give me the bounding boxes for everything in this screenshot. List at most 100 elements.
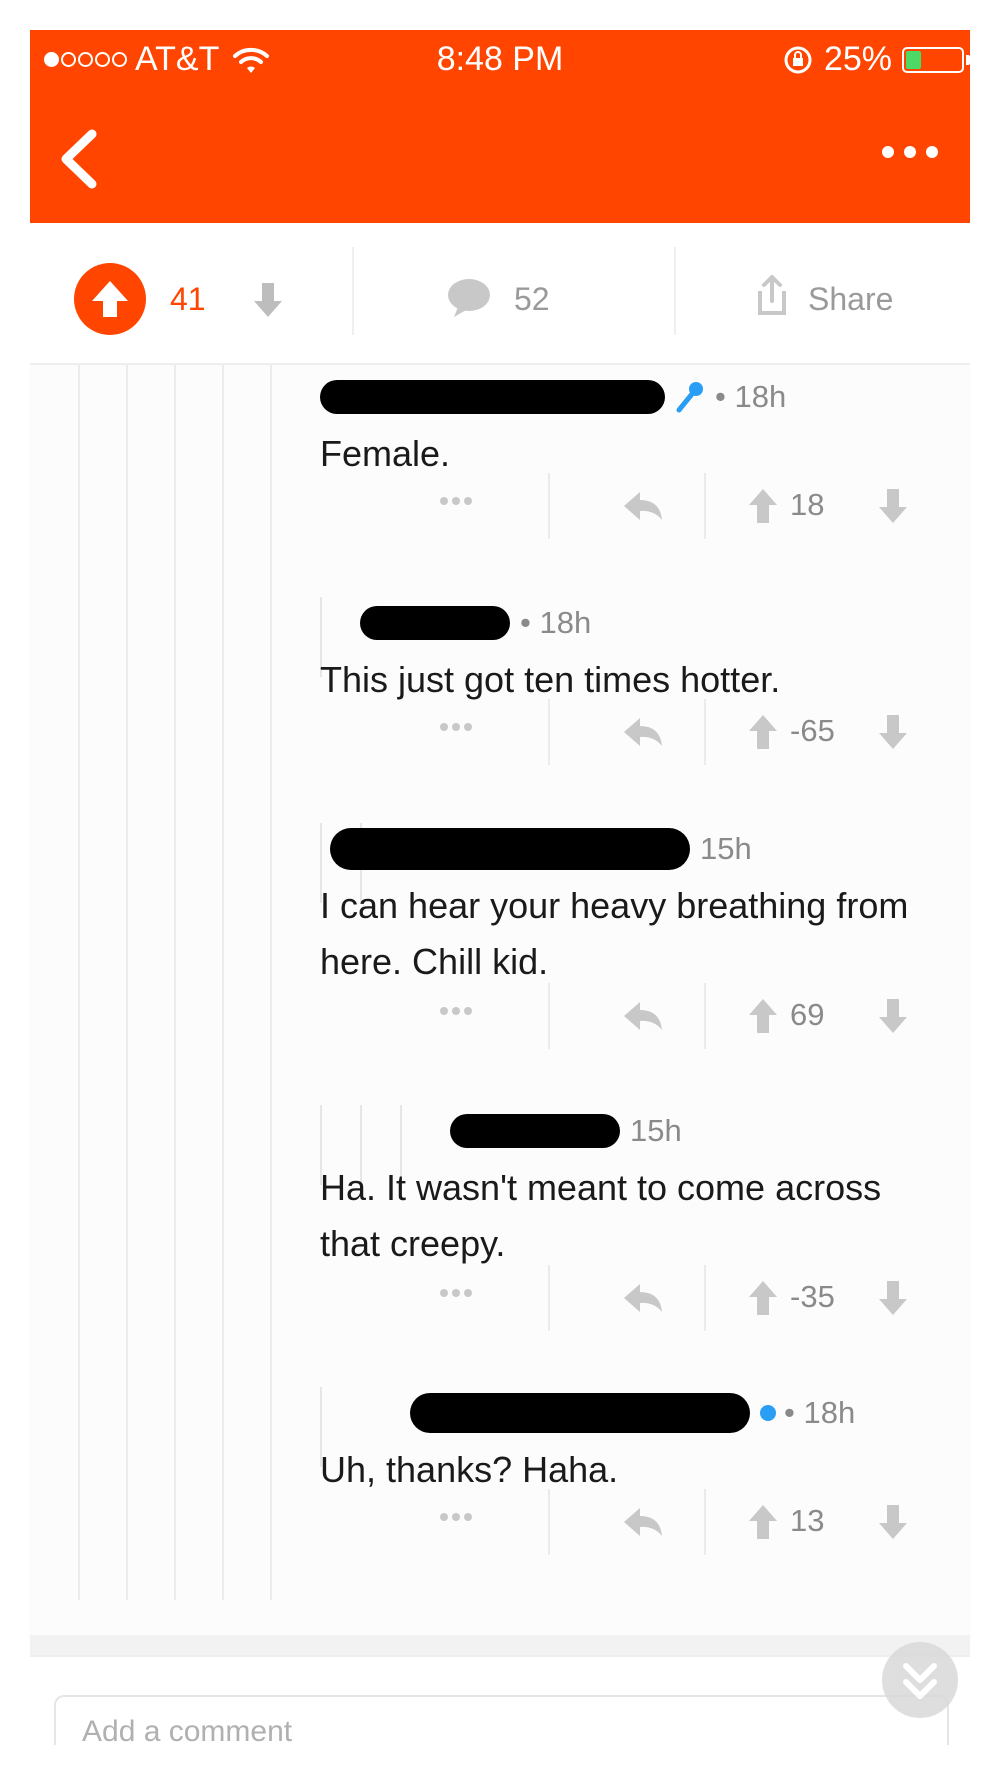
comment-downvote-button[interactable] — [876, 1503, 910, 1541]
comment-item: • 18h This just got ten times hotter. -6… — [320, 597, 970, 793]
divider — [548, 473, 550, 539]
reply-button[interactable] — [622, 1281, 664, 1315]
comment-meta: • 18h — [360, 597, 591, 649]
rotation-lock-icon — [784, 46, 812, 73]
reply-button[interactable] — [622, 489, 664, 523]
comment-time: • 18h — [520, 605, 592, 640]
comment-downvote-button[interactable] — [876, 1279, 910, 1317]
comment-count: 52 — [514, 281, 550, 317]
comment-thread: • 18h Female. 18 • 18h This just got ten… — [30, 365, 970, 1635]
redacted-username — [320, 380, 665, 414]
battery-group: 25% — [782, 40, 970, 79]
comment-more-button[interactable] — [438, 1005, 474, 1017]
comment-upvote-button[interactable] — [746, 713, 780, 751]
nav-row — [30, 92, 970, 223]
comment-time: 15h — [630, 1113, 682, 1148]
reply-button[interactable] — [622, 1505, 664, 1539]
battery-level-fill — [906, 50, 921, 69]
comment-actions: -65 — [320, 695, 960, 771]
divider — [704, 699, 706, 765]
thread-indent-line — [270, 365, 272, 1600]
comment-upvote-button[interactable] — [746, 1279, 780, 1317]
share-icon — [758, 275, 786, 315]
comment-score: 69 — [790, 997, 825, 1032]
reply-button[interactable] — [622, 715, 664, 749]
op-indicator-dot — [760, 1405, 776, 1421]
comment-time: • 18h — [784, 1395, 856, 1430]
comments-button[interactable]: 52 — [354, 223, 672, 363]
comment-downvote-button[interactable] — [876, 713, 910, 751]
comment-more-button[interactable] — [438, 721, 474, 733]
comment-bubble-icon — [448, 279, 490, 317]
comment-body: Ha. It wasn't meant to come across that … — [320, 1167, 882, 1264]
divider — [548, 983, 550, 1049]
comment-actions: 18 — [320, 469, 960, 545]
more-options-button[interactable] — [870, 132, 950, 172]
comment-meta: • 18h — [410, 1387, 855, 1439]
comment-score: 13 — [790, 1503, 825, 1538]
comment-score: 18 — [790, 487, 825, 522]
comment-meta: 15h — [450, 1105, 682, 1157]
comment-downvote-button[interactable] — [876, 487, 910, 525]
thread-indent-line — [126, 365, 128, 1600]
comment-meta: 15h — [330, 823, 752, 875]
chevron-left-icon — [61, 129, 97, 189]
post-action-bar: 41 52 Share — [30, 223, 970, 365]
battery-cap — [966, 54, 970, 65]
ellipsis-icon — [882, 146, 938, 158]
comment-score: -35 — [790, 1279, 835, 1314]
upvote-button[interactable] — [74, 263, 146, 335]
comment-more-button[interactable] — [438, 495, 474, 507]
double-chevron-down-icon — [903, 1663, 937, 1699]
share-button[interactable]: Share — [676, 223, 970, 363]
comment-upvote-button[interactable] — [746, 997, 780, 1035]
status-bar: AT&T 8:48 PM 25% — [30, 30, 970, 92]
post-score: 41 — [170, 281, 206, 317]
divider — [548, 1265, 550, 1331]
reply-button[interactable] — [622, 999, 664, 1033]
divider — [548, 699, 550, 765]
upvote-arrow-icon — [92, 281, 128, 317]
vote-section: 41 — [30, 223, 350, 363]
redacted-username — [330, 828, 690, 870]
add-comment-input[interactable]: Add a comment — [54, 1695, 949, 1745]
divider — [704, 473, 706, 539]
comment-actions: -35 — [320, 1261, 960, 1337]
comment-body: I can hear your heavy breathing from her… — [320, 885, 909, 982]
comment-upvote-button[interactable] — [746, 487, 780, 525]
app-screen: AT&T 8:48 PM 25% 41 52 Share • 18h Femal… — [30, 30, 970, 1745]
redacted-username — [410, 1393, 750, 1433]
divider — [704, 983, 706, 1049]
comment-item: • 18h Uh, thanks? Haha. 13 — [320, 1387, 970, 1583]
comment-composer-bar: Add a comment — [30, 1655, 970, 1745]
divider — [548, 1489, 550, 1555]
comment-time: • 18h — [715, 379, 787, 414]
thread-indent-line — [174, 365, 176, 1600]
redacted-username — [360, 606, 510, 640]
share-label: Share — [808, 281, 894, 317]
battery-percent: 25% — [823, 40, 892, 78]
comment-score: -65 — [790, 713, 835, 748]
thread-indent-line — [78, 365, 80, 1600]
jump-to-next-button[interactable] — [882, 1642, 958, 1718]
comment-upvote-button[interactable] — [746, 1503, 780, 1541]
comment-downvote-button[interactable] — [876, 997, 910, 1035]
comment-meta: • 18h — [320, 371, 786, 423]
battery-icon — [902, 46, 964, 73]
thread-indent-line — [222, 365, 224, 1600]
comment-item: 15h Ha. It wasn't meant to come across t… — [320, 1105, 970, 1355]
downvote-button[interactable] — [250, 279, 286, 319]
comment-time: 15h — [700, 831, 752, 866]
comment-actions: 13 — [320, 1485, 960, 1561]
comment-more-button[interactable] — [438, 1287, 474, 1299]
footer-separator — [30, 1635, 970, 1655]
redacted-username — [450, 1114, 620, 1148]
app-bar: AT&T 8:48 PM 25% — [30, 30, 970, 223]
divider — [704, 1489, 706, 1555]
divider — [704, 1265, 706, 1331]
comment-item: 15h I can hear your heavy breathing from… — [320, 823, 970, 1073]
comment-more-button[interactable] — [438, 1511, 474, 1523]
comment-item: • 18h Female. 18 — [320, 371, 970, 567]
back-button[interactable] — [44, 114, 114, 204]
microphone-icon — [676, 382, 703, 413]
